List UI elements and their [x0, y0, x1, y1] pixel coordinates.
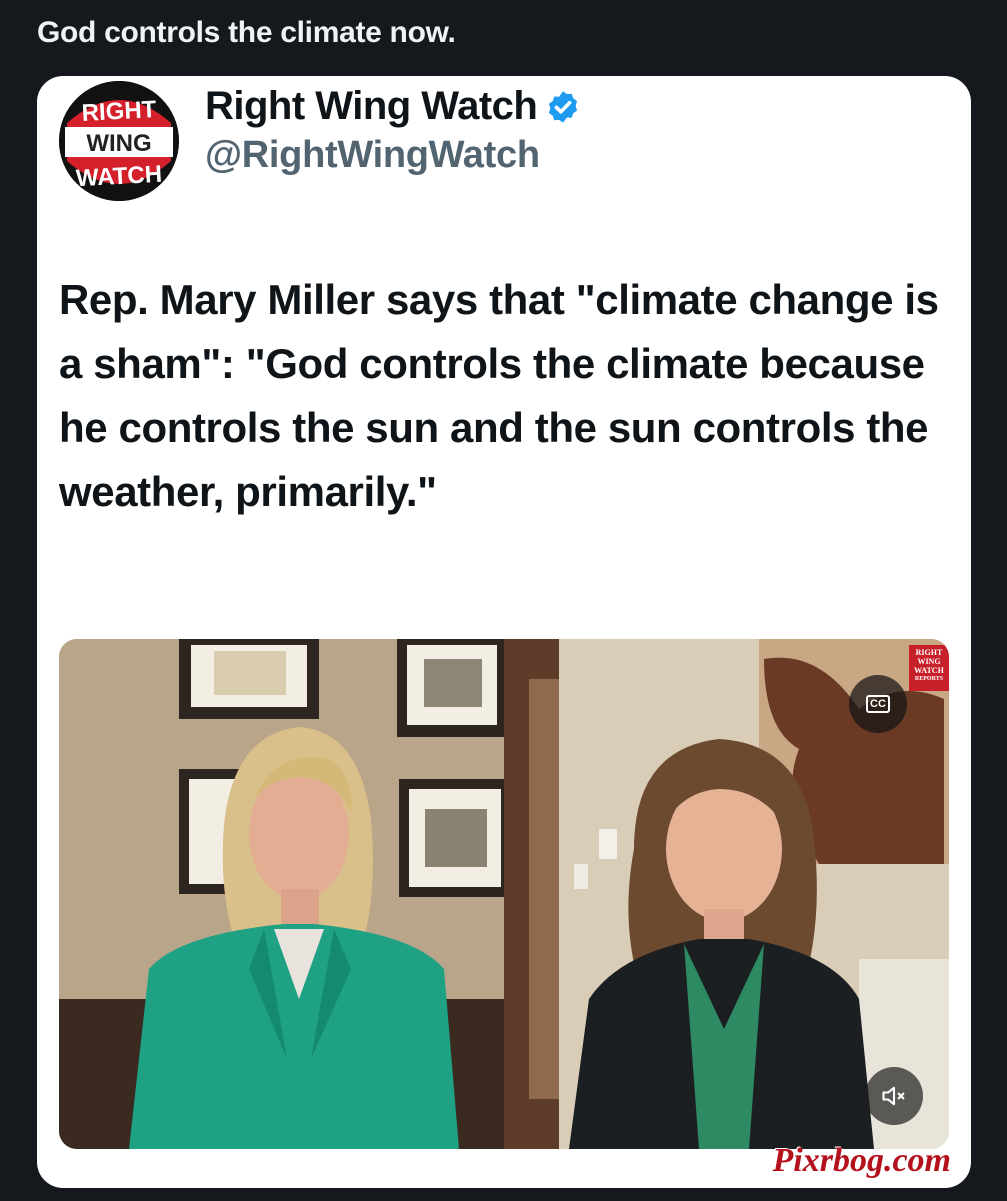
verified-badge-icon	[545, 89, 581, 125]
badge-line2: WING	[917, 657, 941, 666]
badge-line3: WATCH	[914, 666, 944, 675]
embedded-tweet-card[interactable]: RIGHT WING WATCH Right Wing Watch @Right…	[37, 76, 971, 1188]
post-caption: God controls the climate now.	[37, 16, 456, 49]
account-name-text[interactable]: Right Wing Watch	[205, 84, 538, 129]
mute-toggle-button[interactable]	[865, 1067, 923, 1125]
account-handle[interactable]: @RightWingWatch	[205, 134, 540, 177]
tweet-text: Rep. Mary Miller says that "climate chan…	[59, 276, 939, 515]
badge-line4: REPORTS	[914, 676, 944, 682]
video-channel-badge: RIGHT WING WATCH REPORTS	[909, 645, 949, 691]
site-watermark: Pixrbog.com	[772, 1142, 951, 1179]
speaker-muted-icon	[882, 1086, 905, 1106]
avatar-logo-line2: WING	[86, 130, 151, 157]
account-avatar[interactable]: RIGHT WING WATCH	[59, 81, 179, 201]
closed-captions-button[interactable]: CC	[849, 675, 907, 733]
video-player[interactable]: RIGHT WING WATCH REPORTS CC	[59, 639, 949, 1149]
closed-captions-icon: CC	[866, 695, 890, 713]
avatar-logo-line1: RIGHT	[81, 96, 157, 127]
avatar-logo-line3: WATCH	[75, 161, 162, 192]
video-frame	[59, 639, 949, 1149]
badge-line1: RIGHT	[915, 648, 943, 657]
account-name[interactable]: Right Wing Watch	[205, 84, 581, 129]
